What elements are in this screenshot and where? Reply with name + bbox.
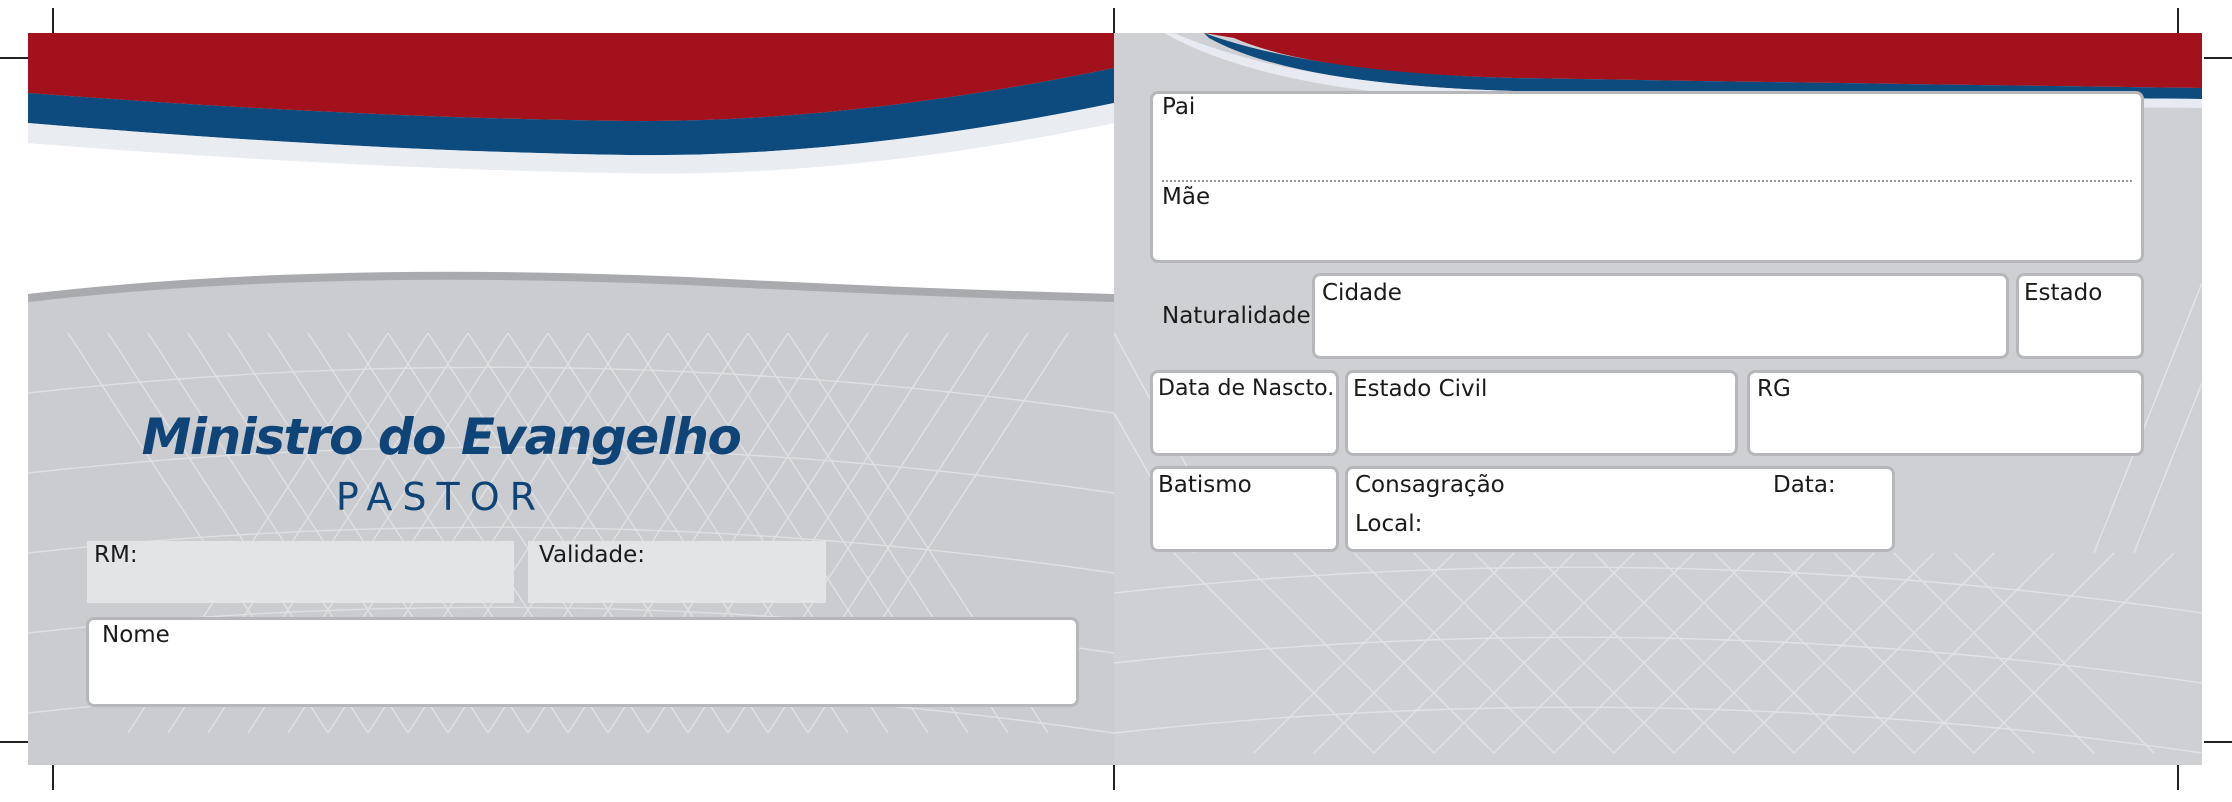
crop-mark bbox=[52, 8, 54, 36]
rm-label: RM: bbox=[94, 542, 138, 568]
consagracao-label: Consagração bbox=[1355, 472, 1505, 498]
naturalidade-label: Naturalidade bbox=[1162, 303, 1311, 329]
crop-mark bbox=[1113, 8, 1115, 36]
crop-mark bbox=[0, 57, 28, 59]
card-subtitle: PASTOR bbox=[335, 475, 547, 519]
nome-label: Nome bbox=[102, 622, 170, 648]
local-label: Local: bbox=[1355, 511, 1423, 537]
rg-field[interactable] bbox=[1747, 370, 2144, 456]
batismo-label: Batismo bbox=[1158, 472, 1252, 498]
card-back: Pai Mãe Naturalidade Cidade Estado Data … bbox=[1114, 33, 2202, 765]
rm-field[interactable] bbox=[87, 541, 514, 603]
validade-label: Validade: bbox=[539, 542, 646, 568]
estado-civil-label: Estado Civil bbox=[1353, 376, 1488, 402]
crop-mark bbox=[52, 762, 54, 790]
nome-field[interactable] bbox=[86, 617, 1079, 707]
pai-mae-field[interactable] bbox=[1150, 91, 2144, 263]
crop-mark bbox=[2204, 741, 2232, 743]
header-wave bbox=[28, 33, 1114, 333]
crop-mark bbox=[1113, 762, 1115, 790]
card-title: Ministro do Evangelho bbox=[141, 408, 742, 466]
pai-label: Pai bbox=[1162, 94, 1196, 120]
pai-mae-divider bbox=[1162, 180, 2132, 182]
crop-mark bbox=[2177, 762, 2179, 790]
data-nascimento-label: Data de Nascto. bbox=[1158, 376, 1335, 401]
rg-label: RG bbox=[1757, 376, 1791, 402]
crop-mark bbox=[0, 741, 28, 743]
crop-mark bbox=[2177, 8, 2179, 36]
mae-label: Mãe bbox=[1162, 184, 1211, 210]
estado-label: Estado bbox=[2024, 280, 2103, 306]
crop-mark bbox=[2204, 57, 2232, 59]
data-label: Data: bbox=[1773, 472, 1836, 498]
card-front: Ministro do Evangelho PASTOR RM: Validad… bbox=[28, 33, 1114, 765]
cidade-label: Cidade bbox=[1322, 280, 1402, 306]
cidade-field[interactable] bbox=[1312, 273, 2009, 359]
